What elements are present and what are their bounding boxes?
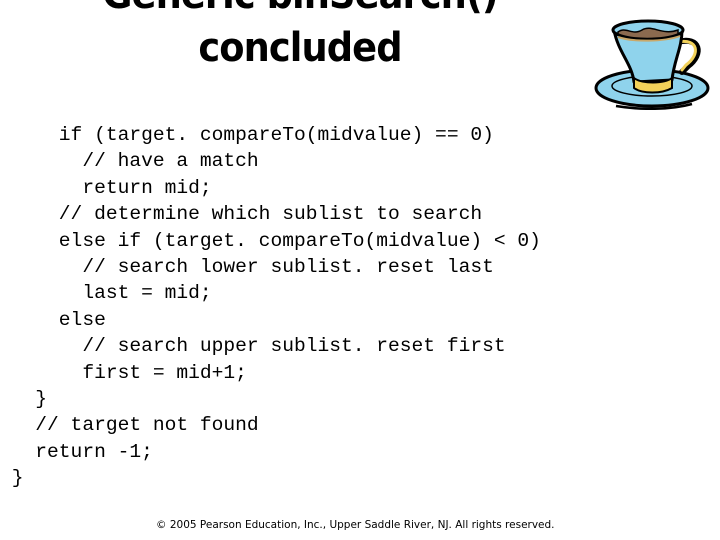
code-line: // have a match — [82, 150, 259, 173]
code-line: else if (target. compareTo(midvalue) < 0… — [58, 229, 541, 252]
copyright-footer: © 2005 Pearson Education, Inc., Upper Sa… — [156, 519, 555, 531]
code-line: } — [11, 467, 24, 490]
code-line: // search lower sublist. reset last — [82, 255, 494, 278]
code-line: return -1; — [35, 440, 153, 463]
coffee-cup-icon — [594, 19, 710, 110]
slide-title-line-2: concluded — [198, 25, 402, 71]
code-line: last = mid; — [82, 282, 212, 305]
code-line: // search upper sublist. reset first — [82, 335, 506, 358]
code-line: first = mid+1; — [82, 361, 247, 384]
code-line: } — [35, 387, 48, 410]
code-line: if (target. compareTo(midvalue) == 0) — [58, 124, 494, 146]
code-line: return mid; — [82, 176, 212, 199]
code-line: // target not found — [35, 414, 259, 437]
code-line: else — [58, 308, 106, 331]
code-line: // determine which sublist to search — [58, 203, 483, 226]
slide-title-line-1: Generic binSearch() — [24, 0, 576, 18]
code-block: if (target. compareTo(midvalue) == 0) //… — [0, 122, 541, 491]
